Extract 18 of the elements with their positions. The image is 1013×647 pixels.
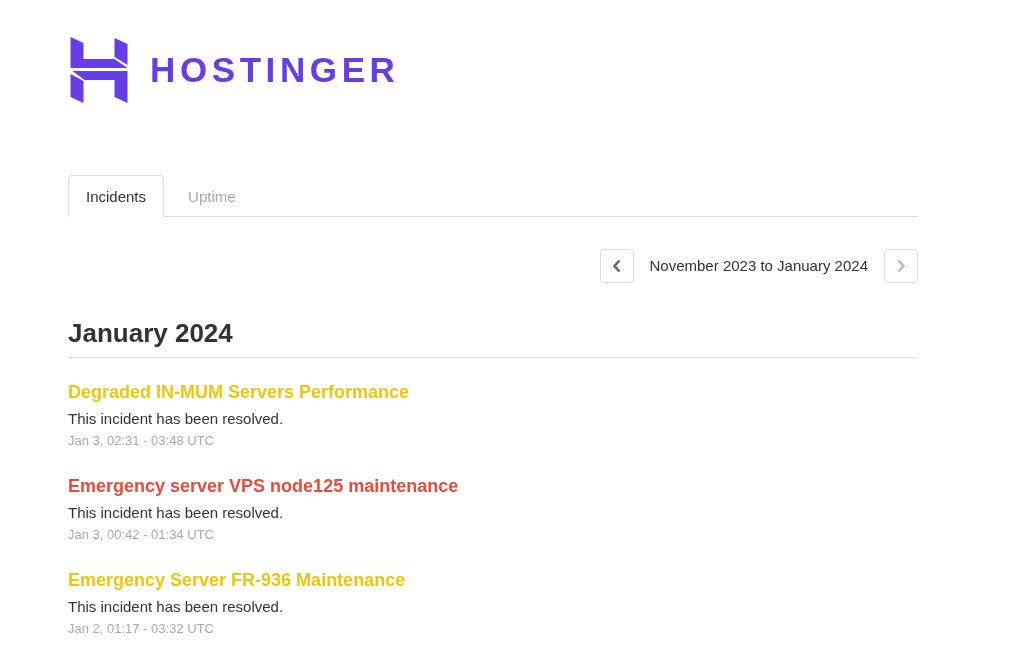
chevron-right-icon: [896, 259, 906, 273]
logo-icon: [70, 37, 128, 103]
tab[interactable]: Uptime: [170, 175, 254, 217]
date-range-label: November 2023 to January 2024: [649, 256, 868, 276]
logo-wordmark: HOSTINGER: [150, 50, 400, 90]
incident-title-link[interactable]: Emergency server VPS node125 maintenance: [68, 475, 459, 497]
previous-button[interactable]: [599, 249, 634, 283]
chevron-left-icon: [611, 259, 622, 273]
month-heading: January 2024: [68, 316, 918, 358]
incident-message: This incident has been resolved.: [68, 597, 284, 617]
incident-message: This incident has been resolved.: [68, 503, 284, 523]
incident-time: Jan 3, 02:31 - 03:48 UTC: [68, 432, 214, 450]
incident-title-link[interactable]: Emergency Server FR-936 Maintenance: [68, 569, 406, 591]
incident-message: This incident has been resolved.: [68, 409, 284, 429]
tab[interactable]: Incidents: [68, 175, 165, 217]
incident-title-link[interactable]: Degraded IN-MUM Servers Performance: [68, 381, 410, 403]
incident-time: Jan 2, 01:17 - 03:32 UTC: [68, 620, 214, 638]
incident-time: Jan 3, 00:42 - 01:34 UTC: [68, 526, 214, 544]
